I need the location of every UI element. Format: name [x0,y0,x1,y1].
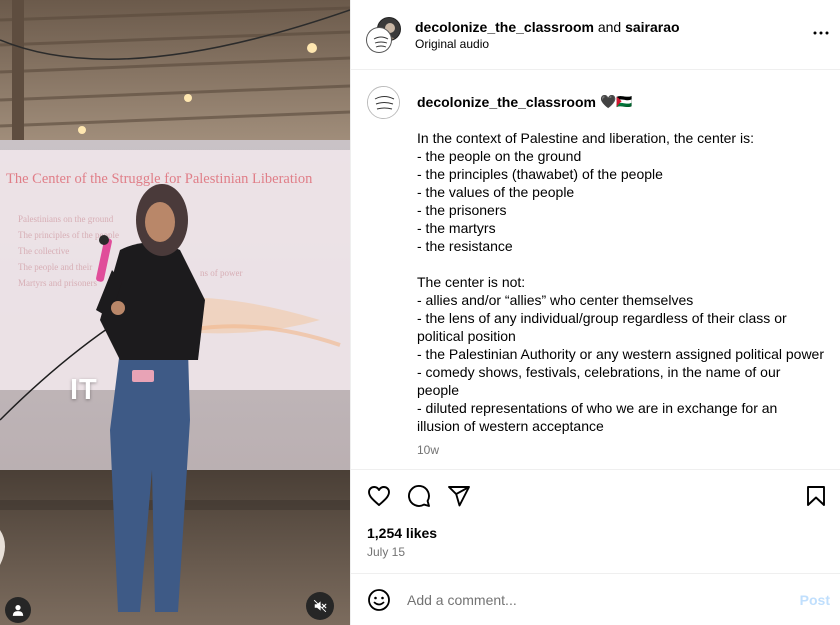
bookmark-icon [807,485,825,506]
comment-button[interactable] [407,484,431,508]
comment-bubble-icon [408,484,430,507]
post-header: decolonize_the_classroom and sairarao Or… [351,0,840,70]
action-bar [351,469,840,521]
emoji-picker-button[interactable] [367,588,391,612]
mute-toggle-button[interactable] [306,592,334,620]
caption-emoji: 🖤🇵🇸 [599,94,633,109]
slide-line: Palestinians on the ground [18,214,114,224]
audio-link[interactable]: Original audio [415,37,680,51]
slide-line: The collective [18,246,69,256]
collaborator-username-link[interactable]: sairarao [625,19,679,35]
video-frame: The Center of the Struggle for Palestini… [0,0,350,625]
likes-count[interactable]: 1,254 likes [351,521,840,541]
collab-joiner: and [597,19,622,35]
heart-icon [368,485,390,506]
post-details-panel: decolonize_the_classroom and sairarao Or… [350,0,840,625]
slide-line: The people and their [18,262,92,272]
save-button[interactable] [804,484,828,508]
slide-line: ns of power [200,268,243,278]
comment-input[interactable] [407,591,792,608]
video-text-overlay: IT [70,374,98,406]
tagged-users-button[interactable] [5,597,31,623]
author-username-link[interactable]: decolonize_the_classroom [415,19,594,35]
slide-line: Martyrs and prisoners [18,278,97,288]
more-options-button[interactable] [812,24,830,48]
post-video[interactable]: The Center of the Struggle for Palestini… [0,0,350,625]
post-comment-button[interactable]: Post [800,592,830,608]
caption-timestamp[interactable]: 10w [417,443,824,457]
speaker-muted-icon [313,599,327,613]
caption-section: decolonize_the_classroom 🖤🇵🇸 In the cont… [351,70,840,469]
caption-username-link[interactable]: decolonize_the_classroom [417,93,596,111]
smiley-icon [368,588,390,611]
paper-plane-icon [448,485,470,506]
avatar[interactable] [367,86,400,119]
share-button[interactable] [447,484,471,508]
comment-composer: Post [351,573,840,625]
collab-avatars[interactable] [367,16,403,53]
user-icon [12,605,24,616]
caption-text: In the context of Palestine and liberati… [417,130,824,434]
like-button[interactable] [367,484,391,508]
more-horizontal-icon [813,31,829,35]
post-date[interactable]: July 15 [351,541,840,559]
avatar[interactable] [367,27,391,52]
instagram-post-view: The Center of the Struggle for Palestini… [0,0,840,625]
